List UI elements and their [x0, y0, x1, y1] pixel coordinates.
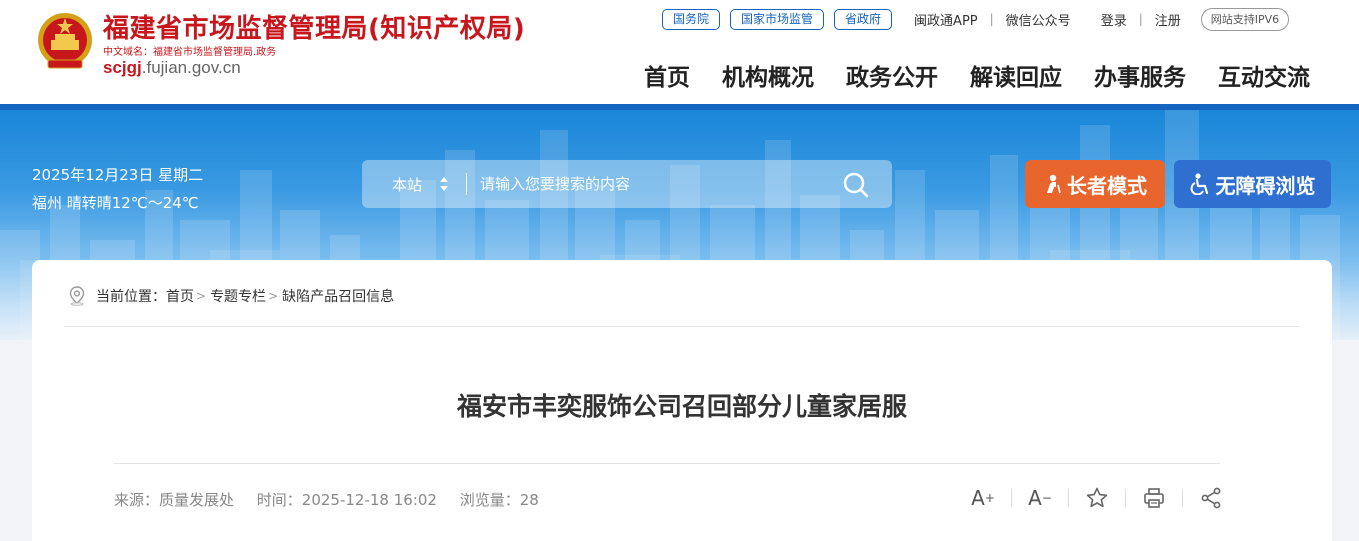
tool-separator [1182, 489, 1183, 507]
print-icon[interactable] [1141, 486, 1167, 510]
breadcrumb-separator: > [268, 289, 279, 303]
domain-rest: .fujian.gov.cn [141, 58, 241, 77]
main-nav: 首页 机构概况 政务公开 解读回应 办事服务 互动交流 [644, 58, 1310, 92]
register-link[interactable]: 注册 [1155, 10, 1181, 29]
breadcrumb-separator: > [196, 289, 207, 303]
search-scope-select[interactable]: 本站 [392, 174, 422, 195]
elder-mode-label: 长者模式 [1067, 173, 1147, 198]
tool-separator [1125, 489, 1126, 507]
separator: | [989, 12, 994, 26]
site-domain: scjgj.fujian.gov.cn [103, 58, 241, 78]
article-views: 浏览量：28 [459, 491, 539, 509]
article-time: 时间：2025-12-18 16:02 [256, 491, 437, 509]
link-wechat[interactable]: 微信公众号 [1006, 10, 1071, 29]
nav-interpretation[interactable]: 解读回应 [970, 58, 1062, 92]
ipv6-badge[interactable]: 网站支持IPV6 [1200, 7, 1290, 31]
link-provincial-gov[interactable]: 省政府 [834, 8, 893, 30]
nav-organization[interactable]: 机构概况 [722, 58, 814, 92]
weather-info: 福州 晴转晴12℃～24℃ [32, 194, 199, 212]
breadcrumb-divider [64, 326, 1300, 327]
wheelchair-icon [1190, 173, 1210, 195]
breadcrumb-topics[interactable]: 专题专栏 [210, 286, 266, 306]
chinese-domain-name: 中文域名：福建省市场监督管理局.政务 [103, 47, 277, 58]
current-date: 2025年12月23日 星期二 [32, 166, 204, 184]
favorite-star-icon[interactable] [1084, 486, 1110, 510]
accessibility-button[interactable]: 无障碍浏览 [1174, 160, 1331, 208]
share-icon[interactable] [1198, 486, 1224, 510]
title-divider [114, 463, 1220, 464]
nav-services[interactable]: 办事服务 [1094, 58, 1186, 92]
national-emblem-icon[interactable] [36, 10, 94, 72]
domain-main: scjgj [103, 58, 142, 77]
search-divider [466, 173, 467, 195]
font-decrease-icon[interactable]: A − [1027, 486, 1053, 510]
article-title: 福安市丰奕服饰公司召回部分儿童家居服 [456, 392, 907, 421]
accessibility-label: 无障碍浏览 [1215, 173, 1316, 198]
breadcrumb: 当前位置： 首页 > 专题专栏 > 缺陷产品召回信息 [68, 286, 394, 306]
link-samr[interactable]: 国家市场监管 [730, 8, 825, 30]
separator: | [1138, 12, 1143, 26]
font-increase-icon[interactable]: A + [970, 486, 996, 510]
site-title[interactable]: 福建省市场监督管理局(知识产权局) [103, 8, 525, 45]
search-icon[interactable] [840, 170, 872, 198]
breadcrumb-recall[interactable]: 缺陷产品召回信息 [282, 286, 394, 306]
search-bar: 本站 [362, 160, 892, 208]
elder-person-icon [1043, 174, 1061, 194]
nav-home[interactable]: 首页 [644, 58, 690, 92]
link-state-council[interactable]: 国务院 [662, 8, 721, 30]
breadcrumb-home[interactable]: 首页 [166, 286, 194, 306]
location-pin-icon [68, 286, 86, 306]
nav-interaction[interactable]: 互动交流 [1218, 58, 1310, 92]
elder-mode-button[interactable]: 长者模式 [1025, 160, 1165, 208]
breadcrumb-prefix: 当前位置： [96, 289, 166, 305]
site-header: 福建省市场监督管理局(知识产权局) 中文域名：福建省市场监督管理局.政务 scj… [0, 0, 1359, 104]
tool-separator [1068, 489, 1069, 507]
login-link[interactable]: 登录 [1101, 10, 1127, 29]
sort-arrows-icon[interactable] [439, 175, 449, 193]
article-tools: A + A − [970, 486, 1224, 510]
link-app[interactable]: 闽政通APP [914, 10, 978, 29]
top-links: 国务院 国家市场监管 省政府 闽政通APP | 微信公众号 登录 | 注册 网站… [662, 7, 1290, 31]
article-source: 来源：质量发展处 [114, 491, 235, 509]
search-input[interactable] [480, 170, 830, 198]
article-card: 当前位置： 首页 > 专题专栏 > 缺陷产品召回信息 福安市丰奕服饰公司召回部分… [32, 260, 1332, 541]
tool-separator [1011, 489, 1012, 507]
nav-gov-affairs[interactable]: 政务公开 [846, 58, 938, 92]
article-meta: 来源：质量发展处 时间：2025-12-18 16:02 浏览量：28 [114, 489, 557, 510]
